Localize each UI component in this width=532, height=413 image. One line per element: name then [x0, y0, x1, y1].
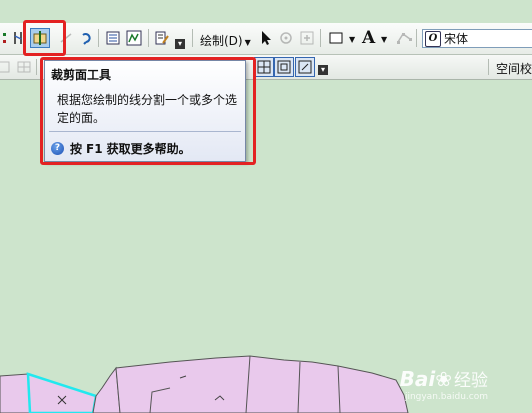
parcel-polygon — [92, 366, 121, 413]
highlight-box-tooltip — [40, 57, 256, 165]
watermark-brand-suffix: 经验 — [454, 371, 488, 391]
parcel-polygons — [0, 355, 409, 413]
parcel-polygon — [0, 373, 31, 413]
watermark-brand: Bai — [399, 367, 436, 391]
selected-parcel-polygon — [26, 372, 98, 413]
watermark-url: jingyan.baidu.com — [404, 392, 488, 402]
parcel-polygon — [115, 355, 409, 413]
paw-icon: ❀ — [435, 367, 452, 391]
highlight-box-tool — [23, 20, 66, 56]
baidu-watermark: Bai❀ 经验 jingyan.baidu.com — [399, 366, 488, 402]
